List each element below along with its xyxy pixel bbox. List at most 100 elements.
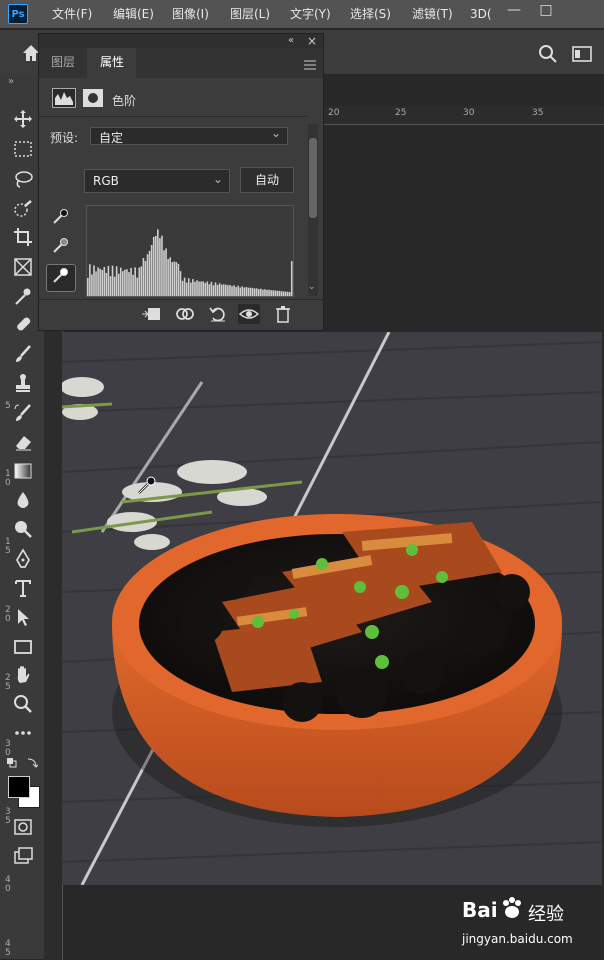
histogram-bar [255,288,258,296]
reset-icon[interactable] [207,304,229,324]
collapse-arrows-icon[interactable]: » [8,76,14,87]
maximize-button[interactable]: □ [532,0,560,22]
menu-image[interactable]: 图像(I) [172,0,209,28]
histogram-bar [290,261,293,296]
mask-icon[interactable] [82,88,104,108]
panel-scrollbar[interactable]: ⌄ [308,124,318,296]
ruler-tick: 4 0 [5,875,11,894]
white-point-eyedropper-icon[interactable] [46,264,76,292]
view-previous-state-icon[interactable] [174,304,196,324]
menu-layer[interactable]: 图层(L) [230,0,270,28]
screen-mode-icon[interactable] [10,845,36,869]
scrollbar-thumb[interactable] [309,138,317,218]
collapse-panel-icon[interactable]: « [288,35,294,46]
histogram-bar [288,292,291,296]
black-point-eyedropper-icon[interactable] [46,206,76,234]
histogram-bar [163,250,165,296]
more-tools-icon[interactable] [10,722,36,746]
history-brush-icon[interactable] [10,402,36,426]
histogram-bar [128,272,130,296]
auto-button[interactable]: 自动 [240,167,294,193]
histogram-bar [253,288,256,296]
brush-icon[interactable] [10,343,36,367]
minimize-button[interactable]: — [500,0,528,22]
histogram-bar [130,267,132,296]
tab-layers[interactable]: 图层 [39,48,87,78]
eraser-icon[interactable] [10,431,36,455]
clip-to-layer-icon[interactable] [140,304,162,324]
frame-icon[interactable] [10,256,36,280]
histogram-bar [101,269,104,296]
marquee-icon[interactable] [10,138,36,162]
menu-select[interactable]: 选择(S) [350,0,391,28]
visibility-eye-icon[interactable] [238,304,260,324]
lasso-icon[interactable] [10,168,36,192]
histogram-bar [175,262,178,296]
panel-menu-icon[interactable] [303,56,317,70]
vertical-ruler [44,320,63,960]
histogram[interactable] [86,205,294,297]
menu-type[interactable]: 文字(Y) [290,0,331,28]
search-icon[interactable] [538,44,558,64]
menu-3d[interactable]: 3D( [470,0,492,28]
rectangle-icon[interactable] [10,636,36,660]
foreground-color-swatch[interactable] [8,776,30,798]
quick-select-icon[interactable] [10,198,36,222]
photoshop-logo: Ps [8,4,28,24]
gray-point-eyedropper-icon[interactable] [46,235,76,263]
histogram-bar [243,287,246,296]
histogram-bar [109,276,112,296]
hand-icon[interactable] [10,664,36,688]
histogram-bar [144,261,147,296]
close-panel-icon[interactable]: × [307,34,317,48]
document-canvas[interactable] [62,332,602,885]
delete-icon[interactable] [272,304,294,324]
preset-dropdown[interactable]: 自定 ⌄ [90,126,288,145]
histogram-bar [225,284,227,296]
menu-filter[interactable]: 滤镜(T) [412,0,453,28]
histogram-bar [122,271,124,296]
histogram-bar [206,281,209,296]
ruler-tick: 2 0 [5,605,11,624]
histogram-bar [167,258,169,296]
histogram-bar [262,289,264,296]
divider [39,116,307,117]
divider [39,299,323,300]
histogram-bar [272,290,274,296]
path-select-icon[interactable] [10,606,36,630]
zoom-icon[interactable] [10,693,36,717]
swap-colors-icon[interactable] [6,756,40,770]
levels-icon [52,88,76,108]
type-icon[interactable] [10,577,36,601]
move-icon[interactable] [10,108,36,132]
tab-properties[interactable]: 属性 [88,48,136,78]
histogram-bar [132,274,134,296]
histogram-bar [140,266,143,296]
blur-icon[interactable] [10,489,36,513]
stamp-icon[interactable] [10,372,36,396]
gradient-icon[interactable] [10,460,36,484]
ruler-tick: 5 [5,401,11,411]
histogram-bar [134,267,136,296]
channel-dropdown[interactable]: RGB ⌄ [84,169,230,193]
dodge-icon[interactable] [10,518,36,542]
healing-icon[interactable] [10,313,36,337]
histogram-bar [97,267,99,296]
histogram-bar [194,281,196,296]
histogram-bar [183,277,186,296]
quick-mask-icon[interactable] [10,816,36,840]
histogram-bar [115,266,118,296]
histogram-bar [245,287,248,296]
workspace-icon[interactable] [571,45,593,63]
scroll-down-icon[interactable]: ⌄ [308,282,316,292]
menu-edit[interactable]: 编辑(E) [113,0,154,28]
menu-file[interactable]: 文件(F) [52,0,92,28]
color-swatches[interactable] [8,776,40,808]
pen-icon[interactable] [10,548,36,572]
histogram-bar [138,267,141,296]
histogram-bar [192,279,194,296]
ruler-tick: 1 0 [5,469,11,488]
eyedropper-icon[interactable] [10,285,36,309]
crop-icon[interactable] [10,226,36,250]
watermark-url: jingyan.baidu.com [462,932,573,946]
